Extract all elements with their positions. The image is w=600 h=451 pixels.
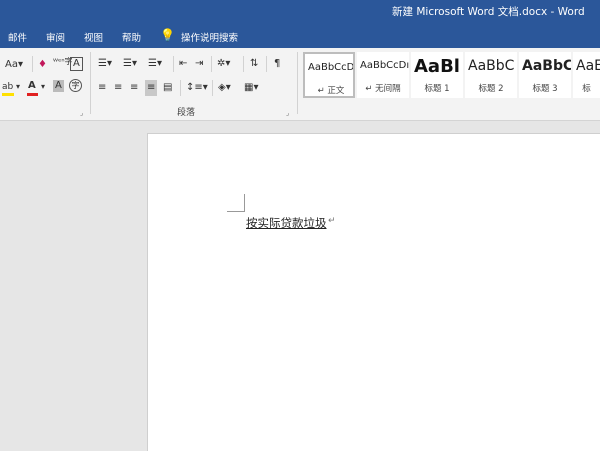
style-title[interactable]: AaE 标 <box>573 52 600 98</box>
highlight-color-bar <box>2 93 14 96</box>
style-name: 标题 1 <box>424 84 450 94</box>
style-heading-2[interactable]: AaBbC 标题 2 <box>465 52 517 98</box>
styles-gallery: AaBbCcDı ↵ 正文 AaBbCcDı ↵ 无间隔 AaBl 标题 1 A… <box>303 52 600 112</box>
char-shading-icon[interactable]: A <box>53 80 64 92</box>
document-text[interactable]: 按实际贷款垃圾 <box>246 215 327 231</box>
enclose-char-icon[interactable]: 字 <box>69 79 82 92</box>
group-divider <box>90 52 91 114</box>
font-color-icon[interactable]: A <box>28 80 36 92</box>
tell-me-search[interactable]: 操作说明搜索 <box>181 30 238 44</box>
margin-corner-mark <box>244 194 245 212</box>
paragraph-group-label: 段落 <box>177 108 196 118</box>
divider <box>211 56 212 72</box>
asian-layout-icon[interactable]: ✲▾ <box>217 58 230 70</box>
chevron-down-icon[interactable]: ▾ <box>41 81 45 93</box>
highlight-icon[interactable]: ab <box>2 81 13 93</box>
style-normal[interactable]: AaBbCcDı ↵ 正文 <box>303 52 355 98</box>
ribbon-tabs: 邮件 审阅 视图 帮助 💡 操作说明搜索 <box>0 22 600 48</box>
style-no-spacing[interactable]: AaBbCcDı ↵ 无间隔 <box>357 52 409 98</box>
decrease-indent-icon[interactable]: ⇤ <box>179 58 187 70</box>
style-name: 标题 2 <box>478 84 504 94</box>
paragraph-mark: ↵ <box>328 216 336 226</box>
document-page[interactable]: 按实际贷款垃圾 ↵ <box>147 133 600 451</box>
shading-icon[interactable]: ◈▾ <box>218 82 231 94</box>
sort-icon[interactable]: ⇅ <box>250 58 258 70</box>
justify-icon[interactable]: ≡ <box>145 80 158 96</box>
style-heading-1[interactable]: AaBl 标题 1 <box>411 52 463 98</box>
change-case-button[interactable]: Aa▾ <box>5 59 23 71</box>
distributed-icon[interactable]: ▤ <box>163 82 172 94</box>
lightbulb-icon: 💡 <box>160 28 175 42</box>
align-left-icon[interactable]: ≡ <box>98 82 106 94</box>
divider <box>32 56 33 72</box>
style-heading-3[interactable]: AaBbC 标题 3 <box>519 52 571 98</box>
tab-view[interactable]: 视图 <box>84 30 103 44</box>
style-preview: AaBbCcDı <box>308 62 355 73</box>
paragraph-dialog-launcher-icon[interactable]: ⌟ <box>286 109 289 117</box>
style-preview: AaE <box>576 58 600 74</box>
style-preview: AaBbC <box>468 58 515 74</box>
style-name: ↵ 正文 <box>317 86 345 96</box>
show-marks-icon[interactable]: ¶ <box>274 58 280 70</box>
style-preview: AaBbCcDı <box>360 60 409 71</box>
align-center-icon[interactable]: ≡ <box>114 82 122 94</box>
line-spacing-icon[interactable]: ↕≡▾ <box>186 82 208 94</box>
tab-help[interactable]: 帮助 <box>122 30 141 44</box>
font-color-bar <box>27 93 38 96</box>
group-divider <box>297 52 298 114</box>
style-preview: AaBl <box>414 56 460 77</box>
document-workspace: 按实际贷款垃圾 ↵ <box>0 121 600 451</box>
font-dialog-launcher-icon[interactable]: ⌟ <box>80 109 83 117</box>
margin-corner-mark <box>227 211 244 212</box>
ribbon: Aa▾ ♦ ᵂᵉⁿ字 A ab ▾ A ▾ A 字 ⌟ ☰▾ ☰▾ ☰▾ ⇤ ⇥… <box>0 48 600 121</box>
char-border-icon[interactable]: A <box>70 57 83 71</box>
tab-mailings[interactable]: 邮件 <box>8 30 27 44</box>
divider <box>173 56 174 72</box>
style-preview: AaBbC <box>522 58 571 74</box>
divider <box>212 80 213 96</box>
divider <box>180 80 181 96</box>
tab-review[interactable]: 审阅 <box>46 30 65 44</box>
increase-indent-icon[interactable]: ⇥ <box>195 58 203 70</box>
window-title: 新建 Microsoft Word 文档.docx - Word <box>392 6 585 18</box>
bullets-icon[interactable]: ☰▾ <box>98 58 112 70</box>
clear-format-icon[interactable]: ♦ <box>38 59 47 71</box>
divider <box>266 56 267 72</box>
numbering-icon[interactable]: ☰▾ <box>123 58 137 70</box>
title-bar: 新建 Microsoft Word 文档.docx - Word <box>0 0 600 22</box>
multilevel-list-icon[interactable]: ☰▾ <box>148 58 162 70</box>
style-name: 标 <box>582 84 591 94</box>
style-name: ↵ 无间隔 <box>365 84 401 94</box>
borders-icon[interactable]: ▦▾ <box>244 82 258 94</box>
chevron-down-icon[interactable]: ▾ <box>16 81 20 93</box>
divider <box>243 56 244 72</box>
align-right-icon[interactable]: ≡ <box>130 82 138 94</box>
style-name: 标题 3 <box>532 84 558 94</box>
